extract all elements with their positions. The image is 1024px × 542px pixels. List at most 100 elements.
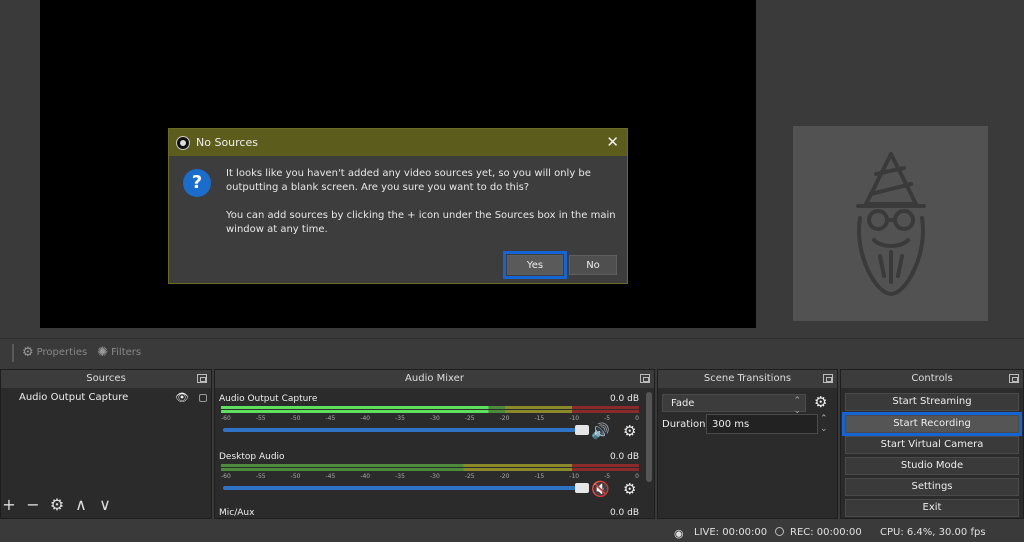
gear-icon[interactable]: ⚙	[623, 422, 636, 440]
tick-label: -10	[569, 473, 580, 480]
question-icon: ?	[183, 169, 211, 197]
dialog-message-line1: It looks like you haven't added any vide…	[226, 168, 591, 193]
sources-title: Sources	[86, 373, 126, 384]
transitions-header: Scene Transitions	[658, 370, 837, 388]
no-sources-dialog: No Sources ✕ ? It looks like you haven't…	[168, 128, 628, 284]
settings-button[interactable]: Settings	[845, 478, 1019, 496]
duration-stepper-icon[interactable]: ⌃ ⌄	[820, 414, 828, 434]
sources-header: Sources	[1, 370, 211, 388]
controls-header: Controls	[841, 370, 1023, 388]
chevron-updown-icon: ⌃ ⌄	[793, 396, 801, 416]
duration-value: 300 ms	[712, 418, 750, 430]
speaker-muted-icon[interactable]: 🔇	[591, 480, 610, 498]
move-down-button[interactable]: ∨	[97, 495, 113, 514]
filters-label: Filters	[111, 347, 142, 358]
meter-bar-left	[221, 406, 639, 409]
tick-label: -40	[360, 473, 371, 480]
transition-select[interactable]: Fade ⌃ ⌄	[662, 394, 806, 416]
status-bar: ◉ LIVE: 00:00:00 REC: 00:00:00 CPU: 6.4%…	[0, 521, 1024, 542]
tick-label: -35	[395, 473, 405, 480]
volume-meter	[221, 464, 639, 472]
source-item-label: Audio Output Capture	[19, 391, 129, 403]
tick-label: -45	[325, 415, 336, 422]
obs-logo-icon	[176, 135, 190, 150]
channel-db: 0.0 dB	[609, 452, 639, 462]
start-virtual-camera-button[interactable]: Start Virtual Camera	[845, 436, 1019, 454]
mixer-scrollbar[interactable]	[646, 392, 652, 482]
remove-source-button[interactable]: −	[25, 495, 41, 514]
channel-name: Desktop Audio	[219, 452, 285, 462]
tick-label: -15	[534, 473, 545, 480]
dialog-message: It looks like you haven't added any vide…	[226, 167, 616, 251]
meter-ticks: -60 -55 -50 -45 -40 -35 -30 -25 -20 -15 …	[221, 415, 639, 423]
gear-icon[interactable]: ⚙	[814, 393, 827, 411]
mixer-header: Audio Mixer	[215, 370, 654, 388]
sources-dock: Sources Audio Output Capture 👁 + − ⚙ ∧ ∨	[0, 369, 212, 519]
tick-label: -50	[290, 415, 301, 422]
volume-slider-handle[interactable]	[575, 425, 589, 435]
meter-bar-right	[221, 468, 639, 471]
channel-db: 0.0 dB	[609, 508, 639, 518]
controls-title: Controls	[911, 373, 953, 384]
undock-icon[interactable]	[197, 374, 207, 383]
sources-tools: + − ⚙ ∧ ∨	[1, 495, 113, 514]
tick-label: -30	[429, 415, 440, 422]
studio-mode-button[interactable]: Studio Mode	[845, 457, 1019, 475]
tick-label: -20	[499, 473, 510, 480]
lock-icon[interactable]	[199, 394, 207, 402]
transitions-title: Scene Transitions	[703, 373, 792, 384]
broadcast-icon: ◉	[674, 527, 684, 540]
undock-icon[interactable]	[1009, 374, 1019, 383]
volume-slider-handle[interactable]	[575, 483, 589, 493]
eye-icon[interactable]: 👁	[175, 391, 189, 404]
properties-button[interactable]: ⚙ Properties	[22, 345, 87, 360]
record-icon	[775, 527, 784, 536]
move-up-button[interactable]: ∧	[73, 495, 89, 514]
no-button[interactable]: No	[569, 255, 617, 275]
channel-name: Mic/Aux	[219, 508, 255, 518]
tick-label: -55	[255, 473, 266, 480]
volume-slider[interactable]	[223, 425, 589, 435]
transition-selected: Fade	[671, 397, 695, 409]
source-item[interactable]: Audio Output Capture 👁	[1, 388, 211, 406]
start-recording-button[interactable]: Start Recording	[842, 412, 1022, 436]
add-source-button[interactable]: +	[1, 495, 17, 514]
close-icon[interactable]: ✕	[606, 133, 619, 151]
tick-label: -10	[569, 415, 580, 422]
channel-name: Audio Output Capture	[219, 394, 318, 404]
mixer-title: Audio Mixer	[405, 373, 464, 384]
undock-icon[interactable]	[640, 374, 650, 383]
tick-label: -15	[534, 415, 545, 422]
undock-icon[interactable]	[823, 374, 833, 383]
tick-label: -60	[221, 415, 231, 422]
speaker-icon[interactable]: 🔊	[591, 422, 610, 440]
live-status: LIVE: 00:00:00	[694, 527, 768, 538]
duration-label: Duration	[662, 419, 706, 430]
tick-label: -30	[429, 473, 440, 480]
filters-icon: ✺	[97, 345, 109, 360]
start-streaming-button[interactable]: Start Streaming	[845, 393, 1019, 411]
cpu-status: CPU: 6.4%, 30.00 fps	[880, 527, 986, 538]
tick-label: -50	[290, 473, 301, 480]
exit-button[interactable]: Exit	[845, 499, 1019, 517]
duration-input[interactable]: 300 ms	[706, 414, 818, 434]
source-settings-button[interactable]: ⚙	[49, 495, 65, 514]
dialog-message-line2: You can add sources by clicking the + ic…	[226, 210, 616, 235]
tick-label: -25	[464, 415, 475, 422]
tick-label: -45	[325, 473, 336, 480]
volume-slider[interactable]	[223, 483, 589, 493]
filters-button[interactable]: ✺ Filters	[97, 345, 141, 360]
studio-mode-placeholder	[793, 126, 988, 321]
yes-button[interactable]: Yes	[503, 251, 567, 279]
tick-label: -20	[499, 415, 510, 422]
meter-ticks: -60 -55 -50 -45 -40 -35 -30 -25 -20 -15 …	[221, 473, 639, 481]
tick-label: -40	[360, 415, 371, 422]
channel-db: 0.0 dB	[609, 394, 639, 404]
gear-icon[interactable]: ⚙	[623, 480, 636, 498]
audio-mixer-dock: Audio Mixer Audio Output Capture 0.0 dB …	[214, 369, 655, 519]
volume-meter	[221, 406, 639, 414]
tick-label: -25	[464, 473, 475, 480]
source-toolbar: ⚙ Properties ✺ Filters	[0, 338, 1024, 366]
properties-label: Properties	[36, 347, 88, 358]
dialog-titlebar: No Sources ✕	[169, 129, 627, 156]
